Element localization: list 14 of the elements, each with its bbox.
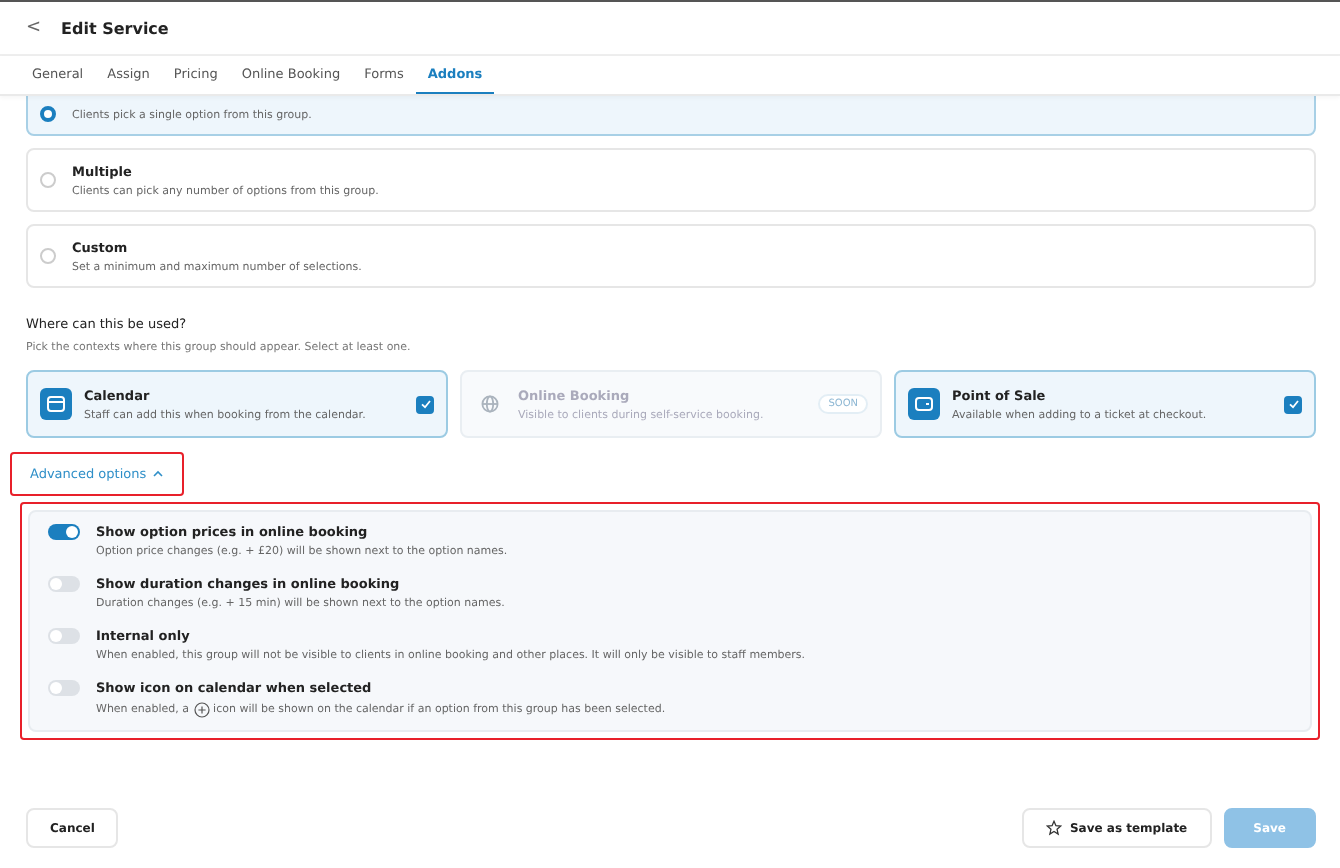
toggle-switch[interactable] bbox=[48, 628, 80, 644]
star-icon bbox=[1045, 820, 1062, 836]
plus-circle-icon bbox=[193, 702, 210, 718]
toggle-switch[interactable] bbox=[48, 576, 80, 592]
checkbox[interactable] bbox=[416, 395, 434, 413]
radio-button[interactable] bbox=[40, 106, 56, 122]
back-button[interactable]: < bbox=[26, 18, 42, 38]
toggle-switch[interactable] bbox=[48, 524, 80, 540]
radio-button[interactable] bbox=[40, 172, 56, 188]
page-title: Edit Service bbox=[61, 19, 169, 37]
toggle-switch[interactable] bbox=[48, 680, 80, 696]
radio-button[interactable] bbox=[40, 248, 56, 264]
caret-icon bbox=[152, 470, 165, 478]
checkbox[interactable] bbox=[1284, 395, 1302, 413]
